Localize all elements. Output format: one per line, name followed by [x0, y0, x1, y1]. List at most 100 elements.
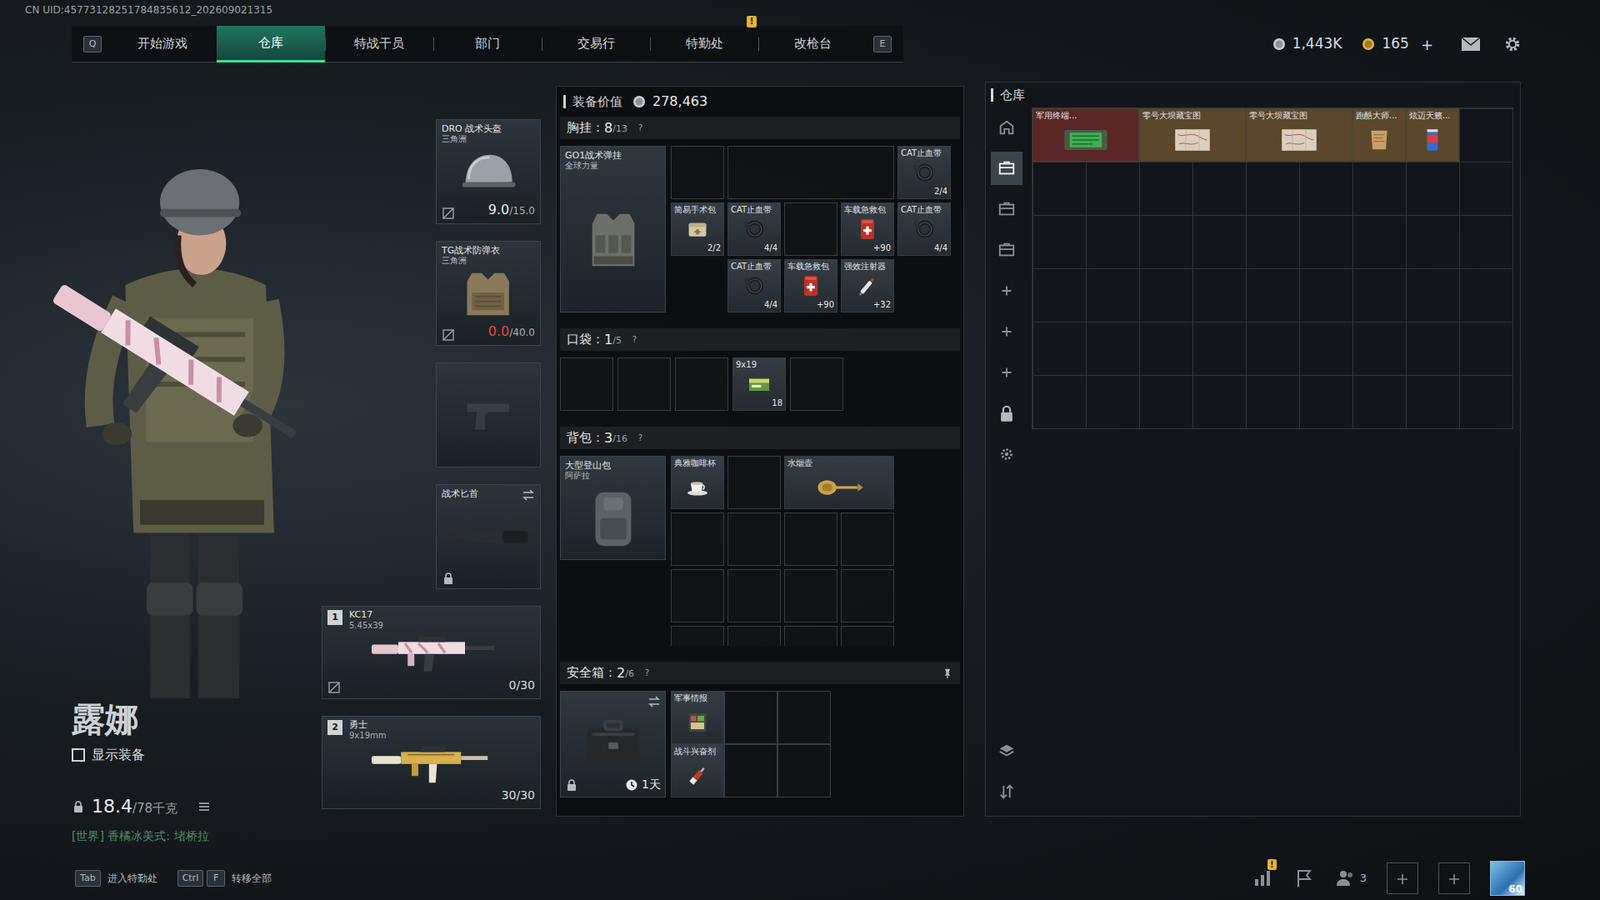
- empty-slot[interactable]: [724, 744, 778, 798]
- help-button[interactable]: ?: [628, 333, 641, 346]
- warehouse-tool[interactable]: [990, 734, 1023, 768]
- inventory-item[interactable]: CAT止血带4/4: [727, 259, 781, 313]
- empty-slot[interactable]: [784, 569, 838, 623]
- empty-slot[interactable]: [727, 145, 895, 200]
- empty-slot[interactable]: [784, 202, 838, 256]
- flag-icon[interactable]: [1293, 867, 1315, 890]
- inventory-item[interactable]: 车载急救包+90: [784, 259, 838, 313]
- empty-slot[interactable]: [727, 569, 781, 623]
- empty-slot[interactable]: [840, 512, 895, 566]
- empty-slot[interactable]: [670, 512, 725, 566]
- empty-slot[interactable]: [675, 357, 729, 411]
- player-avatar[interactable]: 60: [1490, 860, 1525, 896]
- empty-slot[interactable]: [784, 625, 838, 646]
- armor-slot[interactable]: TG战术防弹衣三角洲0.0/40.0: [435, 240, 541, 346]
- swap-icon[interactable]: [647, 695, 661, 709]
- list-icon[interactable]: [197, 800, 211, 814]
- empty-slot[interactable]: [617, 357, 671, 411]
- inventory-item[interactable]: 军用终端...: [1032, 108, 1140, 162]
- add-currency-button[interactable]: +: [1415, 33, 1434, 56]
- empty-slot[interactable]: [840, 625, 895, 646]
- nav-tab[interactable]: 改枪台: [758, 25, 867, 63]
- inventory-item[interactable]: 跑酷大师...: [1352, 108, 1406, 162]
- show-gear-checkbox[interactable]: [71, 748, 85, 762]
- show-gear-toggle[interactable]: 显示装备: [71, 745, 317, 765]
- inventory-item[interactable]: 零号大坝藏宝图: [1139, 108, 1246, 162]
- inventory-item[interactable]: 炫迈天籁...: [1405, 108, 1460, 162]
- warehouse-tab[interactable]: [990, 110, 1023, 145]
- inventory-item[interactable]: 9x1918: [732, 357, 786, 411]
- helmet-slot[interactable]: DRO 战术头盔三角洲9.0/15.0: [435, 119, 541, 225]
- safe-container[interactable]: 1天: [560, 690, 666, 798]
- inventory-item[interactable]: 典雅咖啡杯: [670, 455, 725, 510]
- swap-icon[interactable]: [521, 488, 535, 502]
- item-count: 2/2: [674, 243, 721, 254]
- inventory-item[interactable]: CAT止血带2/4: [897, 145, 951, 200]
- nav-tab[interactable]: 交易行: [541, 25, 650, 63]
- warehouse-tab[interactable]: [990, 233, 1023, 267]
- nav-tab[interactable]: 仓库: [216, 25, 325, 63]
- nav-tab[interactable]: 特勤处!: [650, 25, 759, 63]
- inventory-item[interactable]: 军事情报: [670, 690, 725, 745]
- chest-container[interactable]: GO1战术弹挂全球力量: [560, 145, 666, 313]
- inventory-item[interactable]: 战斗兴奋剂: [670, 744, 725, 798]
- inventory-item[interactable]: 零号大坝藏宝图: [1245, 108, 1353, 162]
- nav-tab[interactable]: 特战干员: [325, 25, 434, 63]
- warehouse-tab[interactable]: [990, 274, 1023, 308]
- key-hint[interactable]: Tab进入特勤处: [75, 870, 158, 887]
- team-button[interactable]: 3: [1335, 867, 1367, 890]
- mail-icon[interactable]: [1460, 35, 1482, 54]
- empty-slot[interactable]: [777, 744, 831, 798]
- warehouse-tab[interactable]: [990, 437, 1023, 471]
- empty-slot[interactable]: [777, 690, 831, 745]
- empty-slot[interactable]: [724, 690, 778, 745]
- empty-slot[interactable]: [670, 569, 725, 623]
- item-name: 简易手术包: [674, 205, 721, 215]
- inventory-item[interactable]: 强效注射器+32: [840, 259, 895, 313]
- warehouse-tab[interactable]: [990, 396, 1023, 430]
- nav-tab[interactable]: 部门: [433, 25, 542, 63]
- empty-slot[interactable]: [670, 145, 725, 200]
- empty-slot[interactable]: [670, 625, 725, 646]
- warehouse-tab[interactable]: [990, 151, 1023, 185]
- empty-slot[interactable]: [790, 357, 844, 411]
- prev-tab-key[interactable]: Q: [83, 35, 102, 53]
- invite-slot[interactable]: [1386, 862, 1419, 895]
- weapon-slot[interactable]: 1KC175.45x390/30: [321, 605, 541, 700]
- empty-slot[interactable]: [840, 569, 895, 623]
- empty-slot[interactable]: [784, 512, 838, 566]
- pistol-slot[interactable]: [435, 362, 541, 468]
- warehouse-tab[interactable]: [990, 192, 1023, 226]
- invite-slot[interactable]: [1438, 862, 1470, 895]
- stats-button[interactable]: !: [1251, 867, 1274, 890]
- inventory-item[interactable]: 简易手术包 2/2: [670, 202, 725, 256]
- warehouse-tab[interactable]: [990, 355, 1023, 390]
- gear-icon[interactable]: [1501, 35, 1524, 54]
- uid-label: CN UID:45773128251784835612_202609021315: [25, 4, 273, 16]
- pin-icon[interactable]: [941, 667, 954, 680]
- empty-slot[interactable]: [727, 455, 781, 510]
- weapon-slot[interactable]: 2勇士9x19mm30/30: [321, 715, 541, 810]
- help-button[interactable]: ?: [640, 666, 654, 680]
- inventory-item[interactable]: CAT止血带4/4: [727, 202, 781, 256]
- empty-slot[interactable]: [727, 625, 781, 646]
- backpack-container[interactable]: 大型登山包阿萨拉: [560, 455, 666, 560]
- next-tab-key[interactable]: E: [873, 35, 892, 53]
- key-hint[interactable]: CtrlF转移全部: [177, 870, 273, 887]
- help-button[interactable]: ?: [634, 431, 647, 445]
- warehouse-tab[interactable]: [990, 315, 1023, 349]
- inventory-item[interactable]: CAT止血带4/4: [897, 202, 951, 256]
- pistol-icon: [441, 390, 535, 440]
- gear-brand: 三角洲: [441, 134, 535, 145]
- empty-slot[interactable]: [560, 357, 614, 411]
- inventory-item[interactable]: 车载急救包+90: [840, 202, 895, 256]
- help-button[interactable]: ?: [634, 121, 647, 135]
- pocket-section: 口袋：1/5?9x1918: [560, 328, 960, 411]
- inventory-item[interactable]: 水烟壶: [784, 455, 895, 510]
- melee-slot[interactable]: 战术匕首: [435, 484, 541, 590]
- nav-tab[interactable]: 开始游戏: [108, 25, 217, 63]
- warehouse-tool[interactable]: [990, 775, 1023, 809]
- section-capacity: /13: [612, 119, 628, 137]
- empty-slot[interactable]: [727, 512, 781, 566]
- melee-header: 战术匕首: [441, 488, 535, 502]
